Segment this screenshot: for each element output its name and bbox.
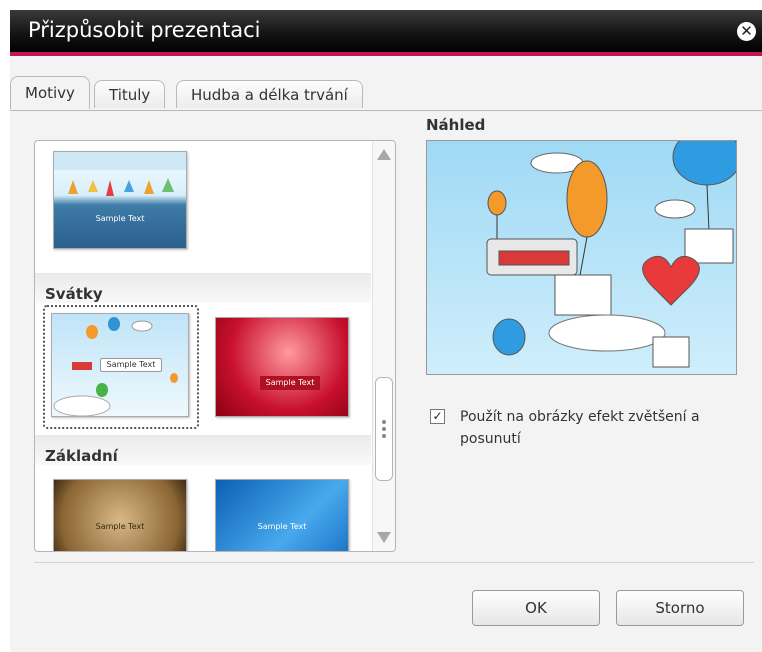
scroll-up-arrow-icon[interactable] xyxy=(377,149,391,160)
thumbnail-caption: Sample Text xyxy=(257,522,307,531)
thumbnail-caption: Sample Text xyxy=(95,214,145,223)
theme-thumbnail[interactable]: Sample Text xyxy=(215,317,349,417)
tab-label: Hudba a délka trvání xyxy=(191,86,348,104)
section-header-zakladni: Základní xyxy=(45,447,118,465)
theme-thumbnail[interactable]: Sample Text xyxy=(215,479,349,551)
preview-image xyxy=(426,140,737,375)
tab-motivy[interactable]: Motivy xyxy=(10,76,90,109)
tab-hudba[interactable]: Hudba a délka trvání xyxy=(176,80,363,108)
birds-illustration xyxy=(54,152,186,196)
grip-icon xyxy=(382,420,386,441)
theme-list[interactable]: Sample Text Svátky Sample Text Sample Te… xyxy=(34,140,396,552)
title-bar: Přizpůsobit prezentaci ✕ xyxy=(10,10,762,56)
section-header-svatky: Svátky xyxy=(45,285,103,303)
theme-list-scrollbar[interactable] xyxy=(372,141,395,551)
preview-label: Náhled xyxy=(426,116,486,134)
theme-thumbnail[interactable]: Sample Text xyxy=(53,479,187,551)
preview-illustration xyxy=(486,141,736,368)
tab-strip: Motivy Tituly Hudba a délka trvání xyxy=(10,74,762,112)
thumbnail-caption: Sample Text xyxy=(100,358,162,372)
zoom-effect-label[interactable]: Použít na obrázky efekt zvětšení a posun… xyxy=(460,406,750,450)
zoom-effect-checkbox[interactable]: ✓ xyxy=(430,409,445,424)
ok-button[interactable]: OK xyxy=(472,590,600,626)
tab-label: Motivy xyxy=(25,84,75,102)
scroll-thumb[interactable] xyxy=(375,377,393,481)
theme-thumbnail-selected[interactable]: Sample Text xyxy=(51,313,189,417)
tab-label: Tituly xyxy=(109,86,151,104)
theme-thumbnail[interactable]: Sample Text xyxy=(53,151,187,249)
dialog-title: Přizpůsobit prezentaci xyxy=(28,18,261,42)
footer-divider xyxy=(34,562,754,563)
cancel-button[interactable]: Storno xyxy=(616,590,744,626)
thumbnail-caption: Sample Text xyxy=(260,376,320,390)
scroll-down-arrow-icon[interactable] xyxy=(377,532,391,543)
customize-dialog: Přizpůsobit prezentaci ✕ Motivy Tituly H… xyxy=(10,10,762,652)
title-accent-line xyxy=(10,52,762,56)
tab-tituly[interactable]: Tituly xyxy=(94,80,166,108)
tab-baseline xyxy=(10,110,762,111)
thumbnail-caption: Sample Text xyxy=(95,522,145,531)
close-icon[interactable]: ✕ xyxy=(737,22,756,41)
